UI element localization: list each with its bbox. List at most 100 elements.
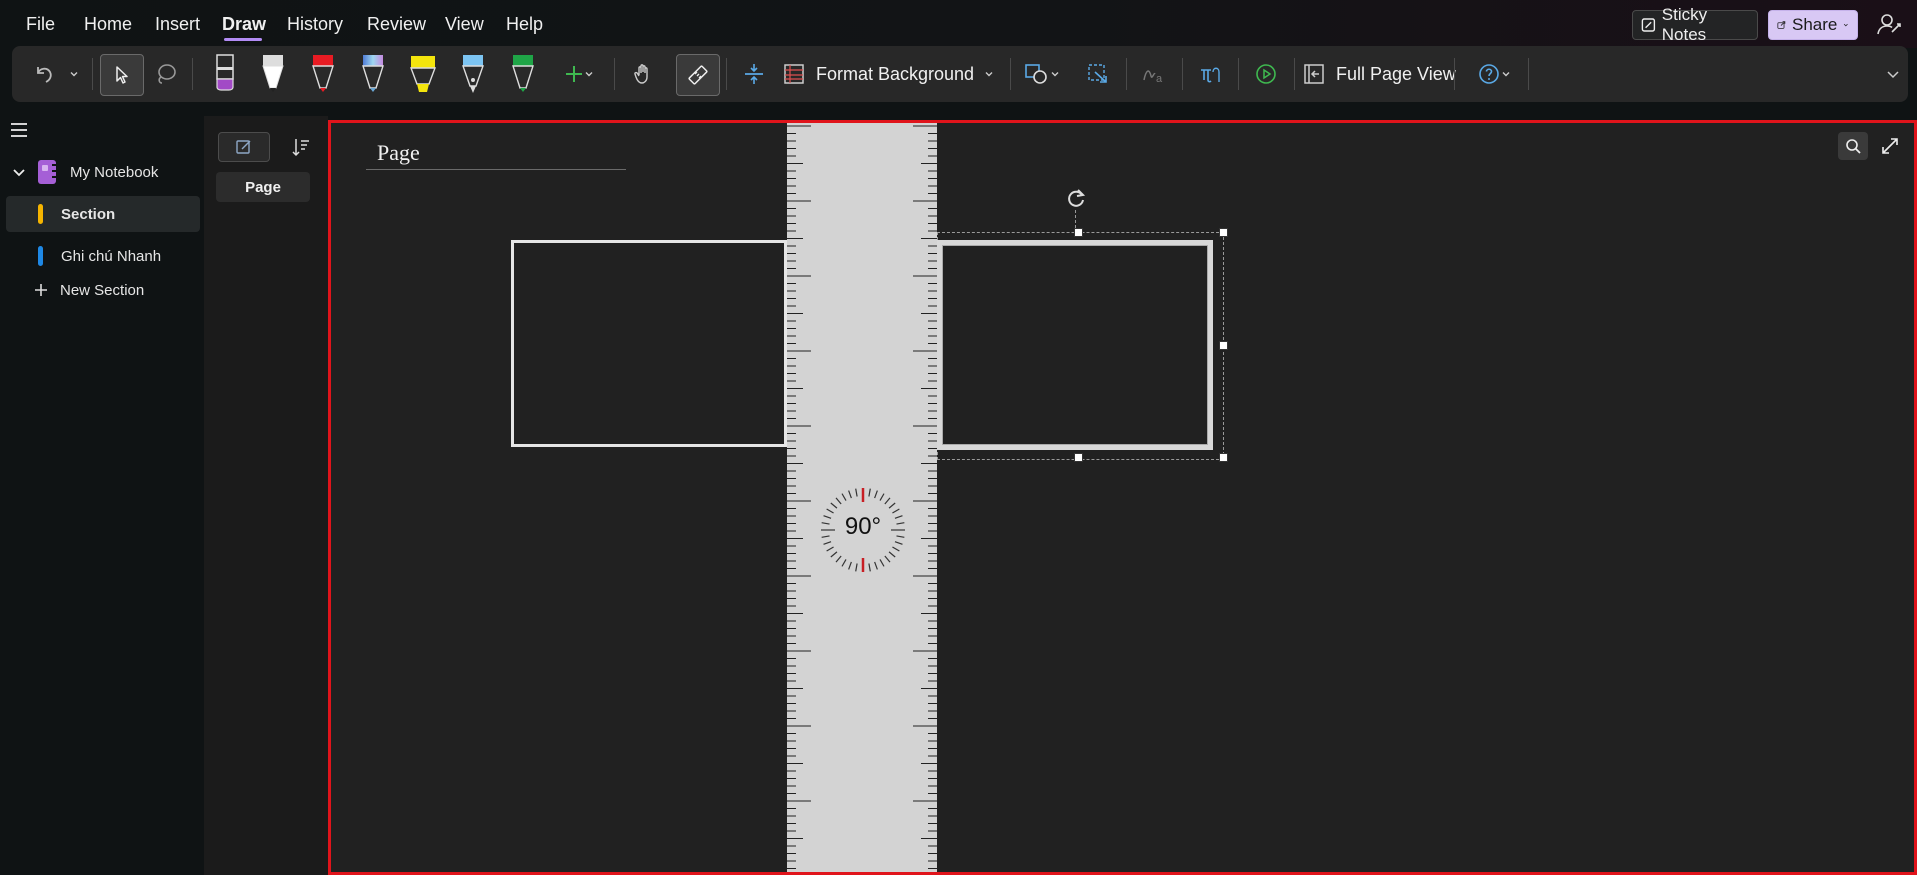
ink-to-text-button[interactable]: a	[1134, 54, 1174, 94]
sticky-notes-label: Sticky Notes	[1661, 5, 1708, 44]
insert-space-icon	[745, 64, 763, 84]
undo-dropdown[interactable]	[64, 54, 84, 94]
page-list-item[interactable]: Page	[216, 172, 310, 202]
share-label: Share	[1792, 15, 1838, 34]
dial-tick	[888, 502, 896, 509]
help-icon	[1479, 64, 1499, 84]
notebook-navigation: My Notebook Section Ghi chú Nhanh New Se…	[0, 110, 204, 875]
dial-tick	[821, 522, 830, 525]
sort-icon	[292, 139, 309, 157]
rectangle-shape[interactable]	[511, 240, 787, 447]
background-grid-icon	[784, 64, 804, 84]
help-button[interactable]	[1466, 54, 1522, 94]
pen-icon	[512, 55, 534, 92]
dial-tick	[879, 559, 885, 567]
pen-green[interactable]	[506, 54, 540, 94]
dial-tick	[888, 551, 896, 558]
touch-draw-button[interactable]	[624, 54, 664, 94]
chevron-down-icon	[585, 72, 593, 77]
hamburger-menu-button[interactable]	[10, 122, 32, 144]
shapes-button[interactable]	[1014, 54, 1070, 94]
dial-tick	[884, 497, 891, 505]
section-item-section[interactable]: Section	[6, 196, 200, 232]
section-color-tab	[38, 204, 43, 224]
dial-tick	[892, 508, 900, 514]
resize-handle-bottom[interactable]	[1074, 453, 1083, 462]
canvas-search-button[interactable]	[1838, 132, 1868, 160]
ribbon-expand-button[interactable]	[1882, 54, 1904, 94]
ruler-tool-button[interactable]	[676, 54, 720, 96]
ink-to-shape-button[interactable]	[1078, 54, 1118, 94]
full-page-view-label: Full Page View	[1336, 63, 1456, 84]
pen-white[interactable]	[256, 54, 290, 94]
dial-tick	[896, 522, 905, 525]
ink-to-text-icon: a	[1143, 70, 1163, 85]
ink-to-math-button[interactable]	[1190, 54, 1230, 94]
notebook-item[interactable]: My Notebook	[6, 154, 200, 190]
dial-tick	[823, 515, 832, 519]
add-pen-button[interactable]	[556, 54, 602, 94]
highlighter-yellow[interactable]	[406, 54, 440, 94]
pen-icon	[362, 55, 384, 92]
sort-pages-button[interactable]	[288, 134, 314, 160]
plus-icon	[566, 66, 582, 82]
expand-icon	[1882, 138, 1898, 154]
insert-space-button[interactable]	[734, 54, 774, 94]
expand-view-button[interactable]	[1876, 132, 1904, 160]
highlighter-icon	[409, 56, 437, 92]
pen-icon	[262, 55, 284, 92]
format-background-button[interactable]: Format Background	[782, 54, 1000, 94]
dial-tick	[841, 493, 847, 501]
menu-home[interactable]: Home	[84, 14, 132, 35]
new-section-button[interactable]: New Section	[6, 272, 200, 308]
menu-draw[interactable]: Draw	[222, 14, 266, 35]
section-label: Section	[61, 205, 116, 223]
dial-tick	[835, 497, 842, 505]
dial-tick	[896, 535, 905, 538]
marker-icon	[216, 54, 234, 91]
sticky-notes-button[interactable]: Sticky Notes	[1632, 5, 1758, 44]
new-page-icon	[236, 140, 251, 154]
selected-rectangle-shape[interactable]	[937, 240, 1213, 450]
menu-history[interactable]: History	[287, 14, 343, 35]
resize-handle-bottom-right[interactable]	[1219, 453, 1228, 462]
ink-replay-button[interactable]	[1246, 54, 1286, 94]
menu-insert[interactable]: Insert	[155, 14, 200, 35]
dial-tick	[821, 535, 830, 538]
section-item-quick-notes[interactable]: Ghi chú Nhanh	[6, 238, 200, 274]
menu-help[interactable]: Help	[506, 14, 543, 35]
dial-tick	[879, 493, 885, 501]
share-button[interactable]: Share	[1768, 10, 1858, 40]
dial-tick	[848, 490, 852, 499]
pen-galaxy[interactable]	[356, 54, 390, 94]
feedback-icon[interactable]	[1876, 12, 1902, 38]
notebook-name: My Notebook	[70, 163, 159, 181]
pen-purple[interactable]	[208, 54, 242, 94]
full-page-view-button[interactable]: Full Page View	[1302, 54, 1472, 94]
menu-review[interactable]: Review	[367, 14, 426, 35]
chevron-down-icon	[1051, 72, 1059, 77]
menu-file[interactable]: File	[26, 14, 55, 35]
resize-handle-right[interactable]	[1219, 341, 1228, 350]
rotate-icon[interactable]	[1064, 186, 1088, 210]
section-label: Ghi chú Nhanh	[61, 247, 162, 265]
select-tool-button[interactable]	[100, 54, 144, 96]
page-title[interactable]: Page	[377, 140, 420, 166]
dial-tick	[823, 541, 832, 545]
chevron-down-icon	[985, 72, 993, 77]
undo-button[interactable]	[26, 54, 62, 94]
resize-handle-top[interactable]	[1074, 228, 1083, 237]
dial-tick	[884, 555, 891, 563]
pen-red[interactable]	[306, 54, 340, 94]
lasso-select-button[interactable]	[146, 54, 186, 94]
menu-view[interactable]: View	[445, 14, 484, 35]
pen-icon	[312, 55, 334, 92]
add-page-button[interactable]	[218, 132, 270, 162]
page-list-pane: Page	[204, 116, 328, 875]
draw-ribbon: Format Background a Full Page View	[12, 46, 1908, 102]
dial-tick	[855, 488, 858, 497]
ink-to-math-icon	[1201, 67, 1220, 83]
pen-blue[interactable]	[456, 54, 490, 94]
active-menu-indicator	[224, 38, 262, 41]
resize-handle-top-right[interactable]	[1219, 228, 1228, 237]
